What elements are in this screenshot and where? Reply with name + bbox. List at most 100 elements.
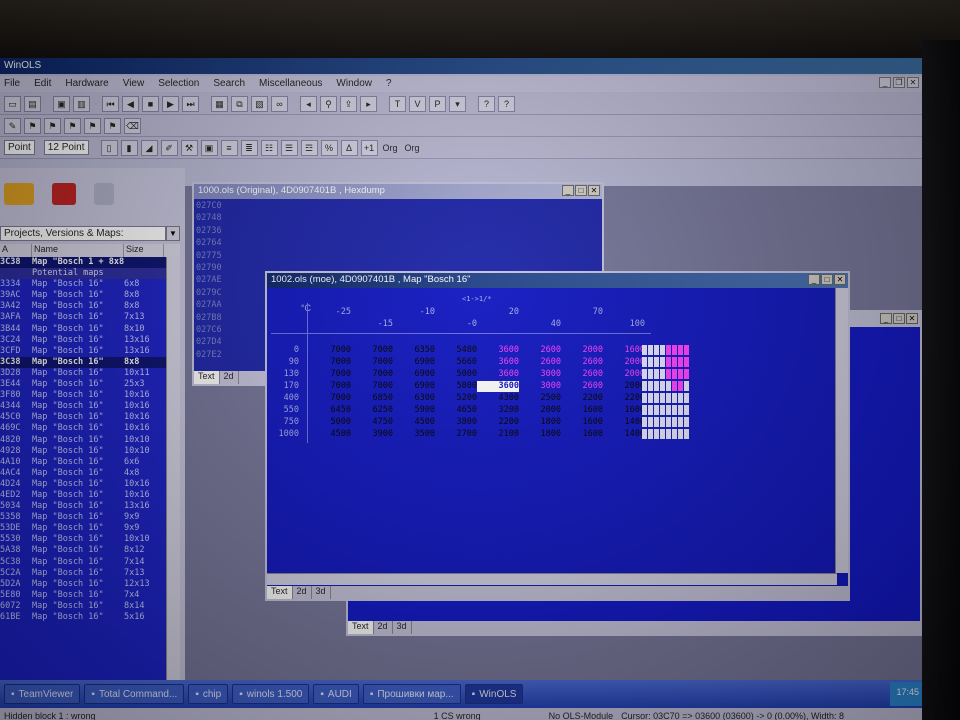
menu-view[interactable]: View (123, 78, 145, 92)
tab-text[interactable]: Text (267, 586, 293, 599)
window-original-title[interactable]: 1000.ols (Original), 4D0907401B , Hexdum… (194, 184, 602, 199)
point-combo[interactable]: Point (4, 140, 35, 155)
list-item[interactable]: 39AC Map "Bosch 16" 8x8 (0, 290, 166, 301)
map-cell[interactable]: 2000 (603, 369, 645, 380)
list-item[interactable]: 5D2A Map "Bosch 16" 12x13 (0, 579, 166, 590)
map-cell[interactable]: 7000 (309, 381, 351, 392)
restore-icon[interactable]: ❐ (893, 77, 905, 88)
map-cell[interactable]: 2000 (603, 381, 645, 392)
chevron-down-icon[interactable]: ▼ (166, 226, 180, 241)
org-button[interactable]: Org (381, 143, 400, 153)
org-button-2[interactable]: Org (403, 143, 422, 153)
map-cell[interactable]: 2000 (603, 357, 645, 368)
menu-file[interactable]: File (4, 78, 20, 92)
close-icon[interactable]: ✕ (906, 313, 918, 324)
menu-miscellaneous[interactable]: Miscellaneous (259, 78, 322, 92)
map-cell[interactable]: 7000 (309, 369, 351, 380)
list-item[interactable]: 3D28 Map "Bosch 16" 10x11 (0, 368, 166, 379)
format5-icon[interactable]: ☲ (300, 139, 318, 156)
eraser-icon[interactable]: ⌫ (124, 117, 141, 134)
map-cell[interactable]: 1600 (561, 429, 603, 440)
menu-window[interactable]: Window (336, 78, 372, 92)
maximize-icon[interactable]: □ (575, 185, 587, 196)
map-cell[interactable]: 3600 (477, 381, 519, 392)
list-item[interactable]: 3334 Map "Bosch 16" 6x8 (0, 279, 166, 290)
taskbar-item[interactable]: ▪ TeamViewer (4, 684, 81, 704)
map-cell[interactable]: 7000 (351, 345, 393, 356)
clock[interactable]: 17:45 (896, 687, 919, 697)
minimize-icon[interactable]: _ (562, 185, 574, 196)
map-cell[interactable]: 2600 (561, 357, 603, 368)
minimize-icon[interactable]: _ (808, 274, 820, 285)
print-icon[interactable]: ▥ (73, 95, 90, 112)
v-icon[interactable]: V (409, 95, 426, 112)
list-item[interactable]: Potential maps (0, 268, 166, 280)
col-size[interactable]: Size (124, 244, 164, 257)
list-item[interactable]: 4820 Map "Bosch 16" 10x10 (0, 435, 166, 446)
list-item[interactable]: 469C Map "Bosch 16" 10x16 (0, 423, 166, 434)
forward-icon[interactable]: ▸ (360, 95, 377, 112)
new-icon[interactable]: ▭ (4, 95, 21, 112)
map-cell[interactable]: 6900 (393, 369, 435, 380)
format1-icon[interactable]: ≡ (220, 139, 238, 156)
taskbar-item[interactable]: ▪ Total Command... (84, 684, 185, 704)
dropdown-icon[interactable]: ▾ (449, 95, 466, 112)
col-name[interactable]: Name (32, 244, 124, 257)
list-item[interactable]: 4D24 Map "Bosch 16" 10x16 (0, 479, 166, 490)
map-cell[interactable]: 3000 (519, 369, 561, 380)
menu-selection[interactable]: Selection (158, 78, 199, 92)
tab-3d[interactable]: 3d (393, 621, 412, 634)
map-cell[interactable]: 2000 (519, 405, 561, 416)
map-cell[interactable]: 2200 (477, 417, 519, 428)
list-item[interactable]: 5A38 Map "Bosch 16" 8x12 (0, 545, 166, 556)
map-cell[interactable]: 2000 (561, 345, 603, 356)
map-cell[interactable]: 6450 (309, 405, 351, 416)
flag5-icon[interactable]: ⚑ (104, 117, 121, 134)
p-icon[interactable]: P (429, 95, 446, 112)
help-icon[interactable]: ? (478, 95, 495, 112)
map-cell[interactable]: 7000 (309, 357, 351, 368)
map-cell[interactable]: 7000 (351, 381, 393, 392)
list-item[interactable]: 3B44 Map "Bosch 16" 8x10 (0, 324, 166, 335)
close-icon[interactable]: ✕ (588, 185, 600, 196)
flag2-icon[interactable]: ⚑ (44, 117, 61, 134)
minimize-icon[interactable]: _ (879, 77, 891, 88)
link-icon[interactable]: ∞ (271, 95, 288, 112)
edit-icon[interactable]: ✎ (4, 117, 21, 134)
map-cell[interactable]: 5660 (435, 357, 477, 368)
map-cell[interactable]: 1800 (519, 429, 561, 440)
map-cell[interactable]: 5480 (435, 345, 477, 356)
map-cell[interactable]: 2600 (561, 369, 603, 380)
map-cell[interactable]: 1600 (561, 405, 603, 416)
list-item[interactable]: 5E80 Map "Bosch 16" 7x4 (0, 590, 166, 601)
map-cell[interactable]: 1400 (603, 429, 645, 440)
list-item[interactable]: 3E44 Map "Bosch 16" 25x3 (0, 379, 166, 390)
taskbar-item[interactable]: ▪ WinOLS (464, 684, 524, 704)
map-cell[interactable]: 6350 (393, 345, 435, 356)
list-item[interactable]: 5C38 Map "Bosch 16" 7x14 (0, 557, 166, 568)
map-cell[interactable]: 6300 (393, 393, 435, 404)
map-cell[interactable]: 3900 (351, 429, 393, 440)
map-cell[interactable]: 1400 (603, 417, 645, 428)
screen-icon[interactable]: ▣ (200, 139, 218, 156)
map-cell[interactable]: 3600 (477, 369, 519, 380)
map-cell[interactable]: 3600 (477, 345, 519, 356)
tab-2d[interactable]: 2d (374, 621, 393, 634)
list-item[interactable]: 4AC4 Map "Bosch 16" 4x8 (0, 468, 166, 479)
close-icon[interactable]: ✕ (907, 77, 919, 88)
delta-icon[interactable]: Δ (340, 139, 358, 156)
list-item[interactable]: 3C38 Map "Bosch 1 + 8x8 (0, 257, 166, 269)
copy-icon[interactable]: ⧉ (231, 95, 248, 112)
map-cell[interactable]: 3600 (477, 357, 519, 368)
list-item[interactable]: 3AFA Map "Bosch 16" 7x13 (0, 312, 166, 323)
map-cell[interactable]: 4500 (393, 417, 435, 428)
chart-icon[interactable]: ◢ (140, 139, 158, 156)
t-icon[interactable]: T (389, 95, 406, 112)
map-cell[interactable]: 3200 (477, 405, 519, 416)
list-item[interactable]: 45C0 Map "Bosch 16" 10x16 (0, 412, 166, 423)
back-icon[interactable]: ◂ (300, 95, 317, 112)
list-item[interactable]: 4928 Map "Bosch 16" 10x10 (0, 446, 166, 457)
list-item[interactable]: 53DE Map "Bosch 16" 9x9 (0, 523, 166, 534)
maximize-icon[interactable]: □ (893, 313, 905, 324)
grid-icon[interactable]: ▦ (211, 95, 228, 112)
